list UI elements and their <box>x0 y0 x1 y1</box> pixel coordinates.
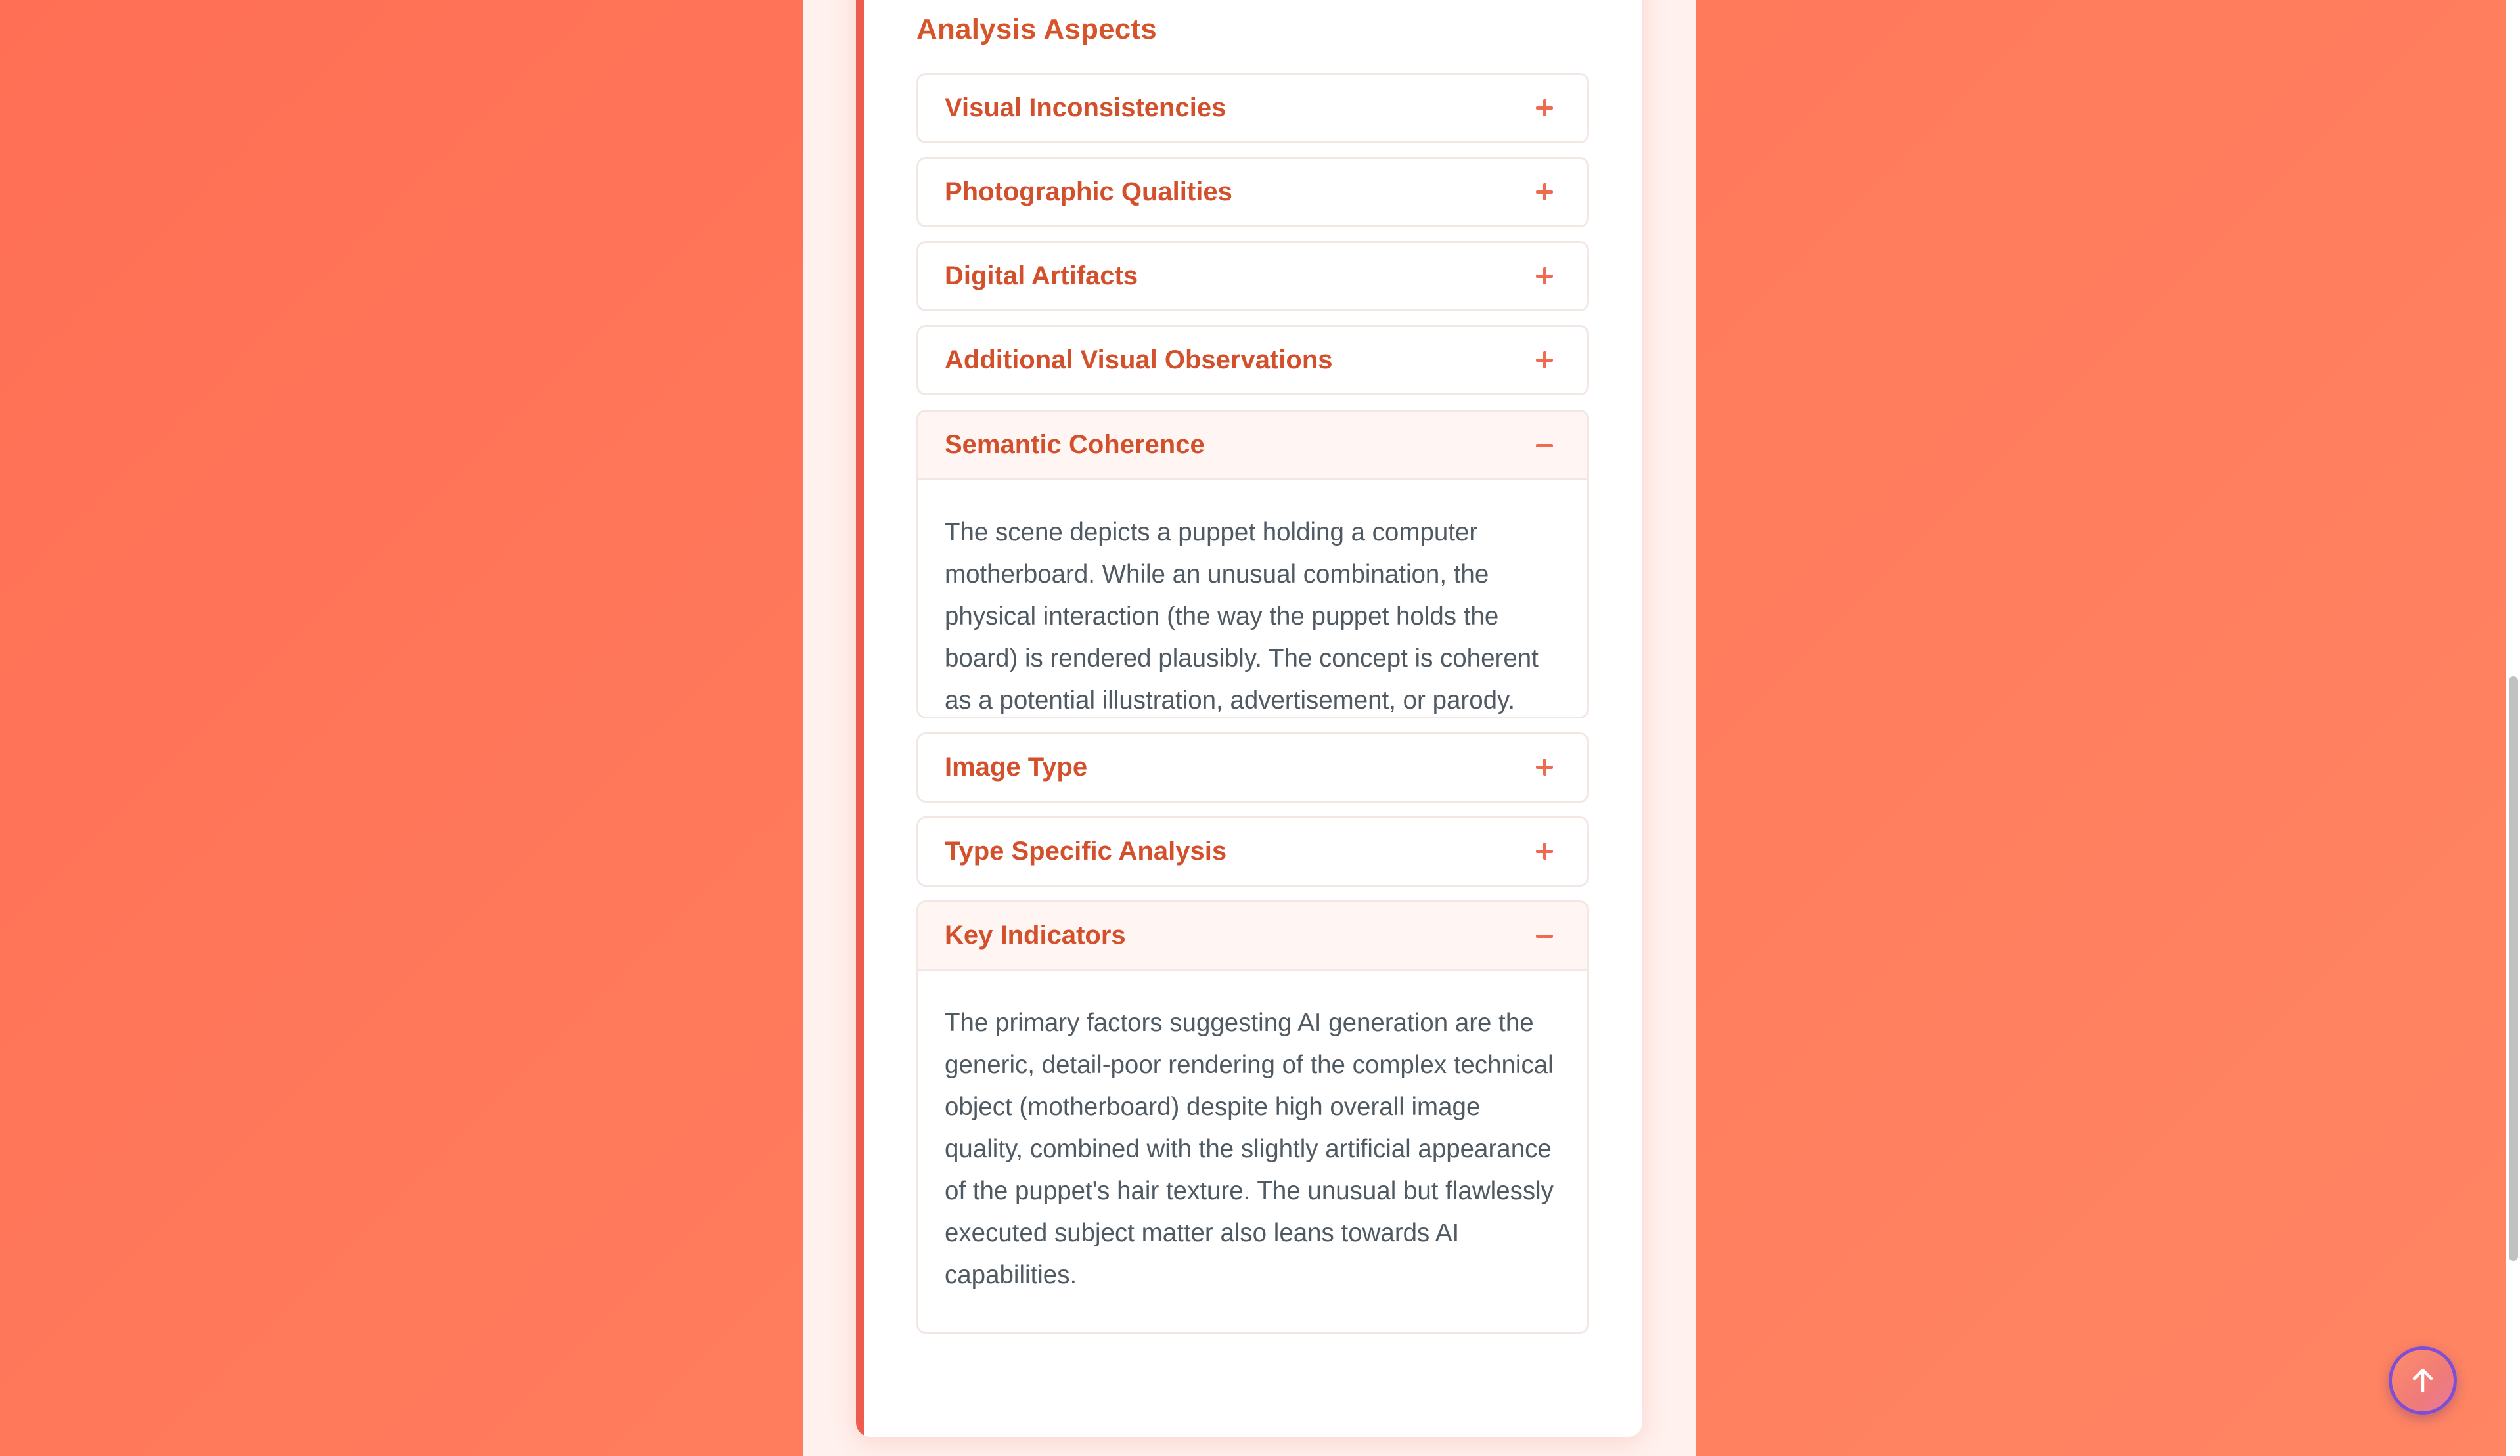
accordion-header-additional-visual-observations[interactable]: Additional Visual Observations <box>918 327 1587 393</box>
accordion-semantic-coherence: Semantic Coherence The scene depicts a p… <box>916 410 1589 718</box>
accordion-header-visual-inconsistencies[interactable]: Visual Inconsistencies <box>918 75 1587 141</box>
accordion-header-key-indicators[interactable]: Key Indicators <box>918 902 1587 971</box>
page-scrollbar[interactable] <box>2506 0 2520 1456</box>
plus-icon[interactable] <box>1535 841 1554 861</box>
accordion-title: Semantic Coherence <box>945 430 1205 459</box>
accordion-header-image-type[interactable]: Image Type <box>918 734 1587 800</box>
scroll-to-top-button[interactable] <box>2389 1346 2457 1415</box>
plus-icon[interactable] <box>1535 182 1554 202</box>
accordion-title: Visual Inconsistencies <box>945 93 1226 122</box>
section-title: Analysis Aspects <box>916 13 1157 45</box>
accordion-header-type-specific-analysis[interactable]: Type Specific Analysis <box>918 818 1587 884</box>
accordion-title: Image Type <box>945 752 1088 782</box>
accordion-title: Key Indicators <box>945 921 1126 950</box>
accordion-title: Photographic Qualities <box>945 177 1232 206</box>
accordion-title: Additional Visual Observations <box>945 345 1333 374</box>
accordion-digital-artifacts: Digital Artifacts <box>916 241 1589 311</box>
accordion-title: Digital Artifacts <box>945 261 1138 290</box>
plus-icon[interactable] <box>1535 266 1554 286</box>
plus-icon[interactable] <box>1535 757 1554 777</box>
accordion-header-digital-artifacts[interactable]: Digital Artifacts <box>918 243 1587 309</box>
accordion-image-type: Image Type <box>916 732 1589 803</box>
scrollbar-thumb[interactable] <box>2509 676 2518 1261</box>
accordion-header-photographic-qualities[interactable]: Photographic Qualities <box>918 159 1587 225</box>
plus-icon[interactable] <box>1535 98 1554 118</box>
accordion-additional-visual-observations: Additional Visual Observations <box>916 325 1589 395</box>
arrow-up-icon <box>2412 1368 2433 1393</box>
minus-icon[interactable] <box>1535 926 1554 946</box>
accordion-body-key-indicators: The primary factors suggesting AI genera… <box>945 1009 1554 1289</box>
minus-icon[interactable] <box>1535 435 1554 455</box>
accordion-header-semantic-coherence[interactable]: Semantic Coherence <box>918 412 1587 480</box>
accordion-key-indicators: Key Indicators The primary factors sugge… <box>916 900 1589 1334</box>
accordion-visual-inconsistencies: Visual Inconsistencies <box>916 73 1589 143</box>
accordion-type-specific-analysis: Type Specific Analysis <box>916 816 1589 887</box>
accordion-body-semantic-coherence: The scene depicts a puppet holding a com… <box>945 518 1539 715</box>
plus-icon[interactable] <box>1535 350 1554 370</box>
accordion-title: Type Specific Analysis <box>945 836 1227 866</box>
analysis-card: Analysis Aspects Visual Inconsistencies … <box>856 0 1642 1437</box>
card-accent-bar <box>856 0 864 1437</box>
accordion-photographic-qualities: Photographic Qualities <box>916 157 1589 227</box>
